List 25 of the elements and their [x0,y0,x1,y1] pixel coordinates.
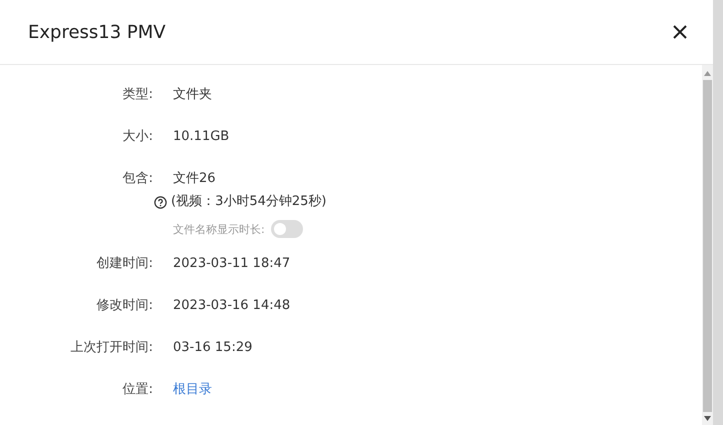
field-label: 创建时间: [96,256,154,272]
field-label: 类型: [122,87,154,103]
toggle-label: 文件名称显示时长: [173,222,265,236]
field-label: 包含: [122,171,154,187]
help-icon[interactable] [154,196,167,208]
close-icon [673,25,687,39]
field-value: 2023-03-16 14:48 [173,298,290,314]
scroll-down-icon[interactable] [704,416,711,421]
field-value: 2023-03-11 18:47 [173,256,290,272]
field-label: 位置: [122,382,154,398]
video-duration: (视频：3小时54分钟25秒) [171,194,326,210]
field-value: 文件夹 [173,87,212,103]
field-value: 10.11GB [173,129,230,145]
field-label: 修改时间: [96,298,154,314]
field-label: 上次打开时间: [70,340,154,356]
close-button[interactable] [673,25,687,39]
field-value: 文件26 [173,171,216,187]
scrollbar-thumb[interactable] [703,80,712,412]
dialog-title: Express13 PMV [28,22,166,42]
field-label: 大小: [122,129,154,145]
field-value: 03-16 15:29 [173,340,252,356]
scroll-up-icon[interactable] [704,71,711,76]
location-link[interactable]: 根目录 [173,382,212,398]
duration-toggle[interactable] [270,220,303,238]
scrollbar[interactable] [702,65,713,425]
